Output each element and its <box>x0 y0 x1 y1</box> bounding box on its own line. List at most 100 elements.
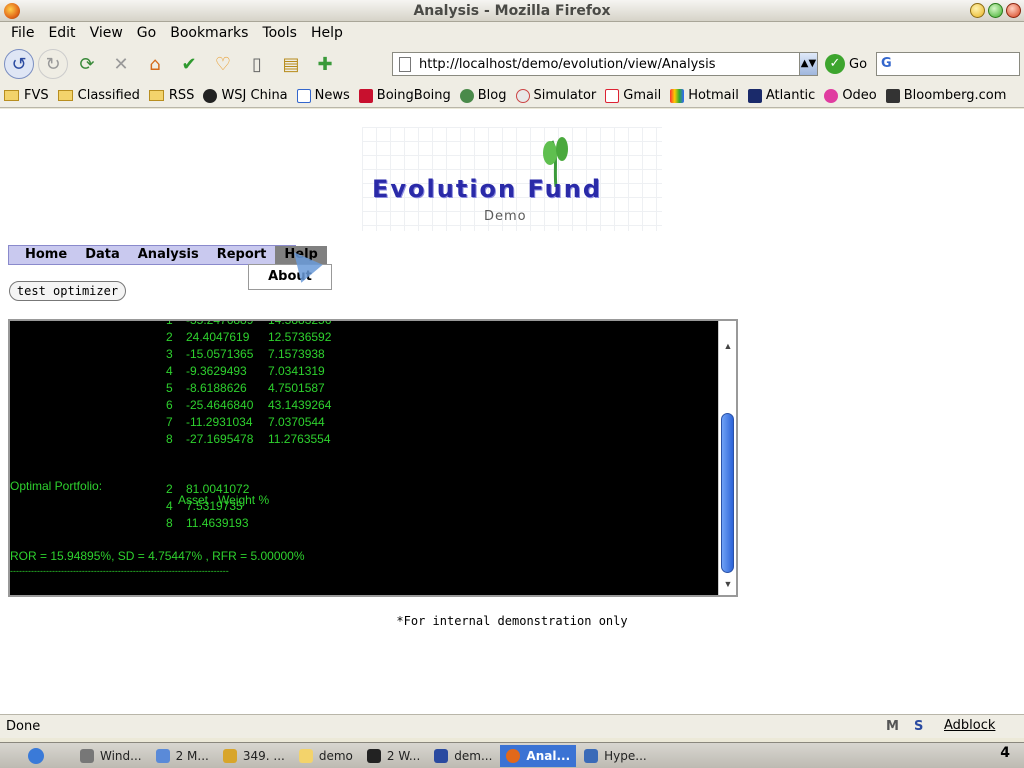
taskbar-item[interactable]: 2 M... <box>150 745 215 767</box>
bookmark-label: Hotmail <box>688 88 739 103</box>
bookmark-label: Bloomberg.com <box>903 88 1007 103</box>
console-scrollbar[interactable]: ▲ ▼ <box>718 321 736 595</box>
page-content: Evolution Fund Demo Home Data Analysis R… <box>0 109 1024 714</box>
add-icon[interactable]: ✚ <box>310 49 340 79</box>
site-navigation: Home Data Analysis Report Help <box>8 245 327 265</box>
scroll-down-icon[interactable]: ▼ <box>719 579 736 589</box>
bookmark-label: Gmail <box>623 88 662 103</box>
taskbar-item[interactable]: Hype... <box>578 745 653 767</box>
bookmark-blog[interactable]: Blog <box>459 88 507 103</box>
navigation-toolbar: ↺ ↻ ⟳ ✕ ⌂ ✔ ♡ ▯ ▤ ✚ http://localhost/dem… <box>0 44 1024 84</box>
go-check-icon: ✓ <box>825 54 845 74</box>
odeo-icon <box>824 88 839 103</box>
bookmark-rss[interactable]: RSS <box>148 88 195 103</box>
taskbar: Wind... 2 M... 349. ... demo 2 W... dem.… <box>0 742 1024 768</box>
menu-help[interactable]: Help <box>304 25 350 41</box>
bookmark-classified[interactable]: Classified <box>57 88 140 103</box>
bookmark-gmail[interactable]: Gmail <box>605 88 661 103</box>
bookmark-label: FVS <box>24 88 49 103</box>
nav-analysis[interactable]: Analysis <box>129 246 208 264</box>
portfolio-heading-row: Optimal Portfolio: Asset Weight % <box>10 465 269 521</box>
bookmark-label: BoingBoing <box>376 88 451 103</box>
nav-home[interactable]: Home <box>9 246 76 264</box>
stop-icon[interactable]: ✕ <box>106 49 136 79</box>
hotmail-icon <box>670 88 685 103</box>
bookmarks-toolbar: FVS Classified RSS WSJ China News BoingB… <box>0 84 1024 108</box>
editor-icon <box>434 748 449 763</box>
go-button[interactable]: ✓ Go <box>825 54 867 74</box>
taskbar-item-active[interactable]: Anal... <box>500 744 577 767</box>
taskbar-item[interactable]: dem... <box>428 745 498 767</box>
minimize-button[interactable] <box>970 3 985 18</box>
bookmark-boingboing[interactable]: BoingBoing <box>358 88 451 103</box>
boingboing-icon <box>358 88 373 103</box>
summary-line: ROR = 15.94895%, SD = 4.75447% , RFR = 5… <box>10 549 305 563</box>
menu-tools[interactable]: Tools <box>255 25 304 41</box>
apple-menu-icon[interactable] <box>0 745 72 767</box>
firefox-icon <box>506 748 521 763</box>
atlantic-icon <box>747 88 762 103</box>
bookmark-label: WSJ China <box>221 88 288 103</box>
status-text: Done <box>6 719 41 734</box>
optimizer-output-console: 1 -35.2476889 14.5883256 2 24.4047619 12.573… <box>8 319 738 597</box>
close-button[interactable] <box>1006 3 1021 18</box>
bookmark-bloomberg[interactable]: Bloomberg.com <box>885 88 1007 103</box>
page-icon <box>399 56 411 72</box>
bookmark-label: RSS <box>168 88 195 103</box>
nav-report[interactable]: Report <box>208 246 276 264</box>
menu-view[interactable]: View <box>83 25 130 41</box>
bookmark-hotmail[interactable]: Hotmail <box>670 88 739 103</box>
bookmark-heart-icon[interactable]: ♡ <box>208 49 238 79</box>
new-page-icon[interactable]: ▯ <box>242 49 272 79</box>
status-bar: Done M S Adblock <box>0 714 1024 738</box>
taskbar-item[interactable]: 349. ... <box>217 745 291 767</box>
window-title: Analysis - Mozilla Firefox <box>413 3 611 19</box>
forward-icon[interactable]: ↻ <box>38 49 68 79</box>
menu-go[interactable]: Go <box>130 25 163 41</box>
google-icon <box>296 88 311 103</box>
search-input[interactable]: G <box>876 52 1020 76</box>
refresh-icon[interactable]: ✔ <box>174 49 204 79</box>
bookmark-atlantic[interactable]: Atlantic <box>747 88 815 103</box>
gmail-notifier-icon[interactable]: M <box>886 719 899 734</box>
bookmark-fvs[interactable]: FVS <box>4 88 49 103</box>
url-dropdown-icon[interactable]: ▲▼ <box>799 53 817 75</box>
menu-file[interactable]: File <box>4 25 41 41</box>
bookmark-label: News <box>314 88 350 103</box>
clock: 4 <box>1000 745 1010 761</box>
footer-note: *For internal demonstration only <box>396 614 628 628</box>
reload-icon[interactable]: ⟳ <box>72 49 102 79</box>
bookmark-wsj-china[interactable]: WSJ China <box>203 88 288 103</box>
bookmark-label: Classified <box>77 88 140 103</box>
bookmark-simulator[interactable]: Simulator <box>515 88 597 103</box>
si-icon[interactable]: S <box>914 719 923 734</box>
folder-icon[interactable]: ▤ <box>276 49 306 79</box>
test-optimizer-button[interactable]: test optimizer <box>9 281 126 301</box>
title-bar: Analysis - Mozilla Firefox <box>0 0 1024 22</box>
maximize-button[interactable] <box>988 3 1003 18</box>
terminal-icon <box>366 748 381 763</box>
bookmark-news[interactable]: News <box>296 88 350 103</box>
window-icon <box>80 748 94 763</box>
menu-bar: File Edit View Go Bookmarks Tools Help <box>0 22 1024 44</box>
browser-window: Analysis - Mozilla Firefox File Edit Vie… <box>0 0 1024 742</box>
taskbar-item[interactable]: 2 W... <box>361 745 426 767</box>
nav-data[interactable]: Data <box>76 246 129 264</box>
bookmark-label: Simulator <box>533 88 597 103</box>
app-icon <box>222 748 237 763</box>
home-icon[interactable]: ⌂ <box>140 49 170 79</box>
taskbar-item[interactable]: demo <box>293 745 359 767</box>
menu-bookmarks[interactable]: Bookmarks <box>163 25 255 41</box>
bookmark-odeo[interactable]: Odeo <box>824 88 877 103</box>
divider-line: ----------------------------------------… <box>10 566 229 576</box>
url-input[interactable]: http://localhost/demo/evolution/view/Ana… <box>392 52 818 76</box>
bookmark-label: Odeo <box>842 88 877 103</box>
menu-edit[interactable]: Edit <box>41 25 82 41</box>
back-icon[interactable]: ↺ <box>4 49 34 79</box>
adblock-link[interactable]: Adblock <box>944 718 995 733</box>
wsj-icon <box>203 88 218 103</box>
scroll-up-icon[interactable]: ▲ <box>719 341 736 351</box>
taskbar-item[interactable]: Wind... <box>74 745 148 767</box>
scrollbar-thumb[interactable] <box>721 413 734 573</box>
go-label: Go <box>849 56 868 72</box>
